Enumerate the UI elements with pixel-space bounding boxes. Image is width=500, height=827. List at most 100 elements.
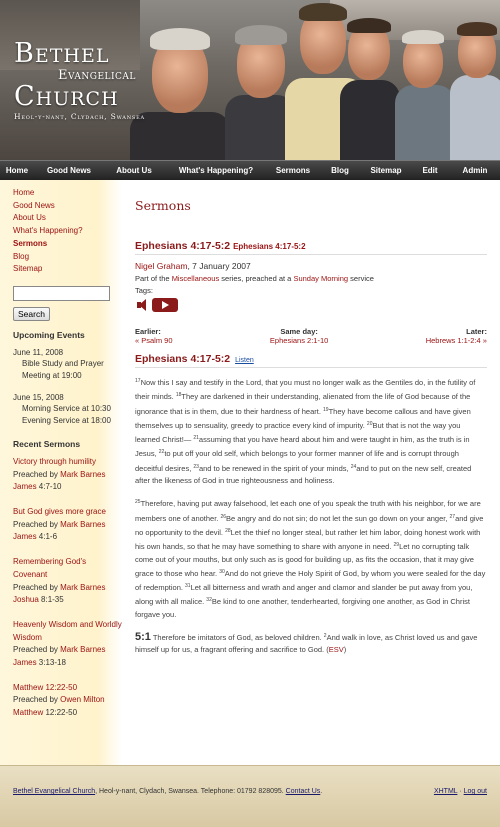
- page-title: Sermons: [135, 198, 191, 213]
- logo-line: Church: [14, 81, 119, 112]
- chapter-number: 5:1: [135, 631, 151, 644]
- earlier-label: Earlier:: [135, 327, 161, 336]
- event-item: June 15, 2008 Morning Service at 10:30 E…: [13, 392, 122, 427]
- recent-sermon-book[interactable]: James: [13, 658, 37, 667]
- sidebar-item-good-news[interactable]: Good News: [13, 200, 122, 213]
- recent-sermon-preacher[interactable]: Mark Barnes: [60, 583, 105, 592]
- recent-sermon-ref: 4:7-10: [36, 482, 62, 492]
- recent-sermon-title[interactable]: But God gives more grace: [13, 506, 122, 519]
- recent-sermon-ref: 4:1-6: [36, 532, 58, 542]
- recent-sermon: Remembering God's Covenant Preached by M…: [13, 556, 122, 607]
- footer-church-link[interactable]: Bethel Evangelical Church: [13, 788, 95, 795]
- passage-heading: Ephesians 4:17-5:2 Listen: [135, 353, 487, 368]
- verse-text: Therefore be imitators of God, as belove…: [150, 633, 324, 643]
- recent-sermon-preacher[interactable]: Owen Milton: [60, 695, 104, 704]
- same-day-label: Same day:: [280, 327, 318, 336]
- sermon-title: Ephesians 4:17-5:2 Ephesians 4:17-5:2: [135, 240, 487, 255]
- site-header: Bethel Evangelical Church Heol-y-nant, C…: [0, 0, 500, 160]
- sidebar-item-home[interactable]: Home: [13, 187, 122, 200]
- later-sermon: Later: Hebrews 1:1-2:4 »: [426, 327, 487, 345]
- sermon-preacher-line: Nigel Graham, 7 January 2007: [135, 261, 487, 271]
- scripture-text: 17Now this I say and testify in the Lord…: [135, 375, 487, 657]
- scripture-paragraph: 25Therefore, having put away falsehood, …: [135, 496, 487, 621]
- recent-sermon-book[interactable]: James: [13, 482, 37, 491]
- sidebar-nav: Home Good News About Us What's Happening…: [13, 187, 122, 276]
- nav-whats-happening[interactable]: What's Happening?: [164, 161, 268, 180]
- church-logo[interactable]: Bethel Evangelical Church Heol-y-nant, C…: [14, 40, 145, 121]
- preacher-link[interactable]: Nigel Graham: [135, 261, 187, 271]
- recent-sermon: But God gives more grace Preached by Mar…: [13, 506, 122, 544]
- footer-contact-link[interactable]: Contact Us: [286, 788, 321, 795]
- recent-sermon-book[interactable]: Matthew: [13, 708, 43, 717]
- recent-sermon-title[interactable]: Victory through humility: [13, 456, 122, 469]
- sidebar-item-blog[interactable]: Blog: [13, 251, 122, 264]
- nav-edit[interactable]: Edit: [410, 161, 450, 180]
- recent-sermon-by: Preached by: [13, 582, 61, 592]
- sidebar-item-about-us[interactable]: About Us: [13, 212, 122, 225]
- main-nav: Home Good News About Us What's Happening…: [0, 160, 500, 180]
- sidebar-item-whats-happening[interactable]: What's Happening?: [13, 225, 122, 238]
- nav-home[interactable]: Home: [0, 161, 34, 180]
- logo-line: Bethel: [14, 38, 110, 69]
- search-button[interactable]: Search: [13, 306, 50, 321]
- recent-sermon-preacher[interactable]: Mark Barnes: [60, 645, 105, 654]
- event-text: Evening Service at 18:00: [22, 415, 111, 425]
- esv-link[interactable]: ESV: [329, 645, 344, 654]
- recent-sermon-by: Preached by: [13, 695, 61, 705]
- recent-sermon-book[interactable]: James: [13, 532, 37, 541]
- same-day-link[interactable]: Ephesians 2:1-10: [270, 336, 328, 345]
- events-heading: Upcoming Events: [13, 329, 85, 340]
- nav-sermons[interactable]: Sermons: [268, 161, 318, 180]
- nav-good-news[interactable]: Good News: [34, 161, 104, 180]
- footer-text: .: [320, 788, 323, 795]
- same-day-sermon: Same day: Ephesians 2:1-10: [270, 327, 328, 345]
- nav-about-us[interactable]: About Us: [104, 161, 164, 180]
- recent-sermon: Matthew 12:22-50 Preached by Owen Milton…: [13, 682, 122, 720]
- event-text: Bible Study and Prayer: [22, 358, 104, 368]
- logout-link[interactable]: Log out: [464, 788, 487, 795]
- audio-player: [135, 298, 487, 312]
- nav-sitemap[interactable]: Sitemap: [362, 161, 410, 180]
- recent-sermons-heading: Recent Sermons: [13, 438, 81, 449]
- footer-address: Bethel Evangelical Church, Heol-y-nant, …: [13, 788, 322, 795]
- recent-sermon-ref: 3:13-18: [36, 658, 66, 668]
- recent-sermon: Heavenly Wisdom and Worldly Wisdom Preac…: [13, 619, 122, 670]
- xhtml-link[interactable]: XHTML: [434, 788, 457, 795]
- recent-sermon-title[interactable]: Remembering God's Covenant: [13, 556, 122, 581]
- scripture-paragraph: 17Now this I say and testify in the Lord…: [135, 375, 487, 487]
- event-text: Meeting at 19:00: [22, 370, 82, 380]
- sermon-subtitle-link[interactable]: Ephesians 4:17-5:2: [233, 242, 305, 251]
- footer-address-text: , Heol-y-nant, Clydach, Swansea. Telepho…: [95, 788, 286, 795]
- recent-sermon-by: Preached by: [13, 519, 61, 529]
- sidebar-item-sitemap[interactable]: Sitemap: [13, 263, 122, 276]
- earlier-sermon: Earlier: « Psalm 90: [135, 327, 173, 345]
- later-link[interactable]: Hebrews 1:1-2:4 »: [426, 336, 487, 345]
- sidebar: Home Good News About Us What's Happening…: [0, 180, 122, 765]
- sidebar-item-sermons[interactable]: Sermons: [13, 238, 122, 251]
- earlier-link[interactable]: « Psalm 90: [135, 336, 173, 345]
- footer-links: XHTML · Log out: [434, 788, 487, 795]
- play-icon[interactable]: [152, 298, 178, 312]
- event-date: June 11, 2008: [13, 347, 64, 357]
- nav-blog[interactable]: Blog: [318, 161, 362, 180]
- speaker-icon[interactable]: [135, 298, 149, 312]
- event-text: Morning Service at 10:30: [22, 403, 111, 413]
- later-label: Later:: [466, 327, 487, 336]
- service-link[interactable]: Sunday Morning: [293, 274, 348, 283]
- recent-sermon-title[interactable]: Matthew 12:22-50: [13, 682, 122, 695]
- logo-tagline: Heol-y-nant, Clydach, Swansea: [14, 112, 145, 121]
- search-input[interactable]: [13, 285, 110, 301]
- series-link[interactable]: Miscellaneous: [172, 274, 220, 283]
- event-item: June 11, 2008 Bible Study and Prayer Mee…: [13, 347, 122, 382]
- recent-sermon-by: Preached by: [13, 469, 61, 479]
- nav-admin[interactable]: Admin: [450, 161, 500, 180]
- listen-link[interactable]: Listen: [235, 357, 254, 364]
- verse-text: and to be renewed in the spirit of your …: [198, 463, 351, 473]
- recent-sermon-preacher[interactable]: Mark Barnes: [60, 470, 105, 479]
- sermon-title-text: Ephesians 4:17-5:2: [135, 240, 231, 252]
- series-text: service: [348, 274, 374, 283]
- recent-sermon: Victory through humility Preached by Mar…: [13, 456, 122, 494]
- recent-sermon-title[interactable]: Heavenly Wisdom and Worldly Wisdom: [13, 619, 122, 644]
- recent-sermon-book[interactable]: Joshua: [13, 595, 39, 604]
- recent-sermon-preacher[interactable]: Mark Barnes: [60, 520, 105, 529]
